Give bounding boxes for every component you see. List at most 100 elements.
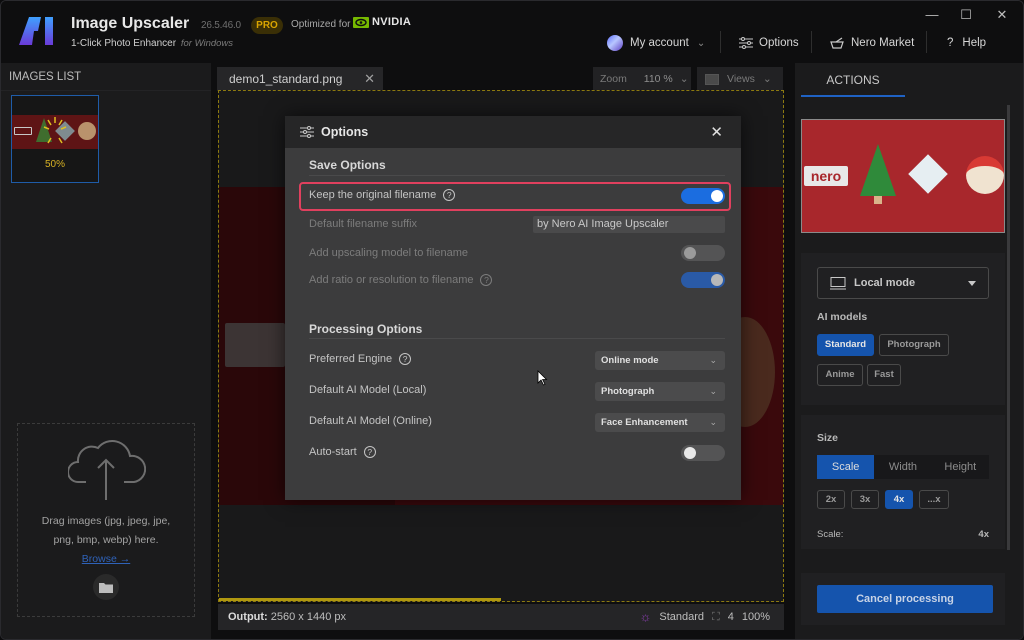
thumbnail-progress: 50% [44, 159, 65, 170]
cloud-upload-icon [68, 440, 146, 500]
scale-label: Scale: [817, 529, 844, 540]
help-button[interactable]: ? Help [947, 33, 986, 53]
add-ratio-toggle[interactable] [681, 272, 725, 288]
auto-start-text: Auto-start [309, 446, 357, 458]
scale-custom[interactable]: ...x [919, 490, 949, 509]
preferred-engine-label: Preferred Engine ? [309, 353, 412, 365]
help-circle-icon[interactable]: ? [363, 446, 376, 458]
add-model-toggle[interactable] [681, 245, 725, 261]
ai-logo-icon [19, 17, 53, 45]
scale-expand-icon: ⛶ [712, 611, 720, 623]
scale-value: 4x [978, 529, 989, 540]
size-tab-height[interactable]: Height [932, 455, 989, 479]
image-thumbnail[interactable]: 50% [11, 95, 99, 183]
zoom-label: Zoom [600, 73, 627, 85]
mode-dropdown[interactable]: Local mode [817, 267, 989, 299]
file-tab[interactable]: demo1_standard.png ✕ [217, 67, 383, 91]
chevron-down-icon: ⌄ [696, 37, 706, 49]
drop-instructions: Drag images (jpg, jpeg, jpe, png, bmp, w… [18, 512, 194, 550]
size-tab-scale[interactable]: Scale [817, 455, 875, 479]
preferred-engine-dropdown[interactable]: Online mode ⌄ [595, 351, 725, 370]
default-online-dropdown[interactable]: Face Enhancement ⌄ [595, 413, 725, 432]
preferred-engine-value: Online mode [601, 355, 659, 366]
drop-zone[interactable]: Drag images (jpg, jpeg, jpe, png, bmp, w… [17, 423, 195, 617]
browse-link[interactable]: Browse → [18, 553, 194, 565]
processing-options-heading: Processing Options [309, 322, 423, 336]
close-window-button[interactable]: ✕ [987, 7, 1017, 23]
model-fast[interactable]: Fast [867, 364, 901, 386]
keep-filename-toggle[interactable] [681, 188, 725, 204]
status-model: Standard [659, 611, 705, 623]
help-circle-icon[interactable]: ? [399, 353, 412, 365]
model-sun-icon: ☼ [639, 609, 652, 624]
title-bar: Image Upscaler 26.5.46.0 PRO Optimized f… [1, 1, 1023, 63]
status-quality: 100% [741, 611, 770, 623]
actions-scrollbar[interactable] [1007, 105, 1010, 550]
nero-cookie-dim [225, 323, 285, 367]
model-standard[interactable]: Standard [817, 334, 874, 356]
preview-image: nero [801, 119, 1005, 233]
avatar [607, 35, 623, 51]
help-icon: ? [947, 37, 954, 49]
mode-label: Local mode [854, 277, 916, 289]
toggle-knob [711, 190, 723, 202]
toggle-knob [684, 447, 696, 459]
open-folder-button[interactable] [93, 574, 119, 600]
laptop-icon [830, 276, 846, 289]
minimize-button[interactable]: — [917, 7, 947, 23]
cancel-processing-button[interactable]: Cancel processing [817, 585, 993, 613]
output-label: Output: [228, 611, 268, 623]
size-tab-width[interactable]: Width [874, 455, 931, 479]
divider [309, 175, 725, 176]
maximize-button[interactable]: ☐ [951, 7, 981, 23]
model-photograph[interactable]: Photograph [879, 334, 949, 356]
ai-models-label: AI models [817, 311, 868, 323]
images-list-title: IMAGES LIST [9, 71, 82, 83]
scale-4x[interactable]: 4x [885, 490, 913, 509]
help-circle-icon[interactable]: ? [443, 189, 456, 201]
nvidia-label: NVIDIA [372, 16, 412, 28]
processing-progress-bar [219, 598, 501, 601]
nero-market-label: Nero Market [851, 37, 915, 49]
divider [1, 90, 211, 91]
caret-down-icon [968, 281, 976, 286]
drop-text-line1: Drag images (jpg, jpeg, jpe, [41, 515, 171, 527]
drop-text-line2: png, bmp, webp) here. [53, 534, 159, 546]
options-label: Options [759, 37, 799, 49]
app-subtitle-platform: for Windows [180, 38, 234, 49]
app-subtitle-text: 1-Click Photo Enhancer [71, 38, 177, 49]
account-menu[interactable]: My account ⌄ [607, 33, 705, 53]
auto-start-toggle[interactable] [681, 445, 725, 461]
add-ratio-text: Add ratio or resolution to filename [309, 274, 474, 286]
size-card: Size Scale Width Height 2x 3x 4x ...x Sc… [801, 415, 1005, 549]
help-label: Help [962, 37, 987, 49]
tab-actions[interactable]: ACTIONS [801, 63, 905, 97]
nero-market-button[interactable]: Nero Market [830, 33, 914, 53]
chevron-down-icon: ⌄ [709, 386, 717, 396]
suffix-input[interactable]: by Nero AI Image Upscaler [533, 216, 725, 233]
status-summary: ☼ Standard ⛶ 4 100% [639, 604, 770, 630]
options-button[interactable]: Options [739, 33, 799, 53]
options-dialog: Options ✕ Save Options Keep the original… [285, 116, 741, 500]
zoom-dropdown[interactable]: Zoom 110 % ⌄ [593, 67, 691, 91]
views-dropdown[interactable]: Views ⌄ [697, 67, 783, 91]
default-online-value: Face Enhancement [601, 417, 688, 428]
divider [309, 338, 725, 339]
default-local-dropdown[interactable]: Photograph ⌄ [595, 382, 725, 401]
model-anime[interactable]: Anime [817, 364, 863, 386]
close-tab-icon[interactable]: ✕ [364, 67, 375, 91]
keep-filename-text: Keep the original filename [309, 189, 437, 201]
default-local-label: Default AI Model (Local) [309, 384, 427, 396]
dialog-title: Options [321, 125, 369, 139]
views-icon [705, 73, 719, 85]
help-circle-icon[interactable]: ? [480, 274, 493, 286]
scale-3x[interactable]: 3x [851, 490, 879, 509]
scale-2x[interactable]: 2x [817, 490, 845, 509]
close-dialog-button[interactable]: ✕ [710, 123, 723, 141]
nero-cookie: nero [804, 166, 848, 186]
keep-filename-label: Keep the original filename ? [309, 189, 456, 201]
output-resolution: 2560 x 1440 px [270, 611, 346, 623]
add-model-label: Add upscaling model to filename [309, 247, 468, 259]
toggle-knob [711, 274, 723, 286]
size-label: Size [817, 432, 839, 444]
